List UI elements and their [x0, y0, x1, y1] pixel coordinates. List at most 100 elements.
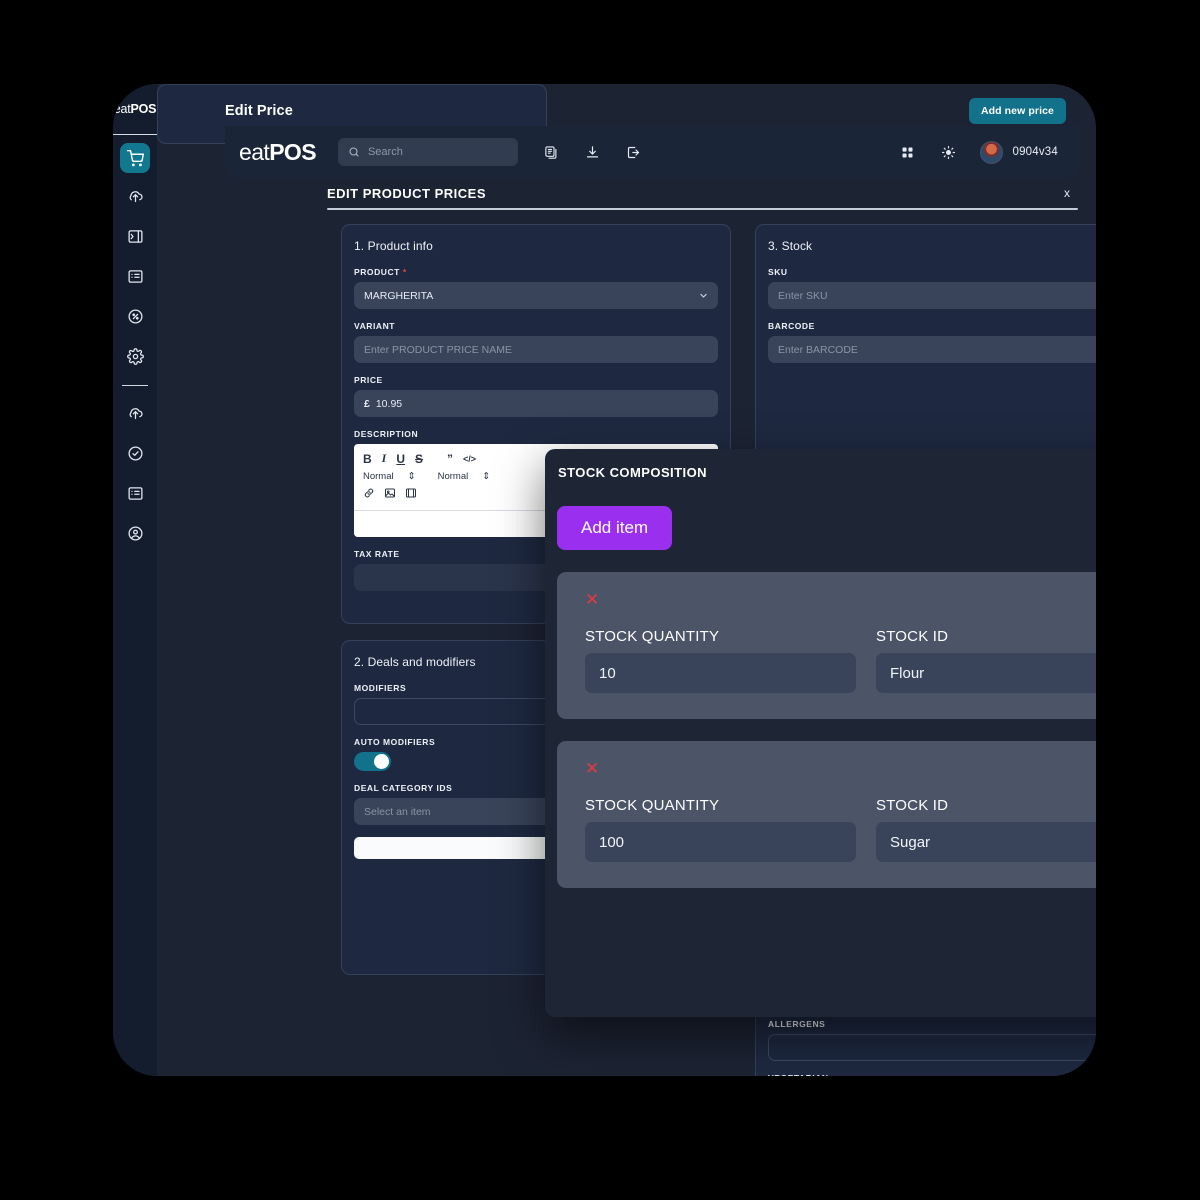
sidebar-item-reports[interactable] — [113, 476, 157, 510]
block-format-select[interactable]: Normal ⇕ — [363, 471, 416, 482]
stock-quantity-input[interactable]: 10 — [585, 653, 856, 693]
stock-quantity-label: STOCK QUANTITY — [585, 797, 720, 814]
sidebar-divider — [122, 385, 148, 386]
underline-button[interactable]: U — [396, 452, 405, 466]
product-label-text: PRODUCT — [354, 267, 400, 277]
list-icon — [127, 269, 143, 283]
sidebar-item-menu[interactable] — [113, 219, 157, 253]
stock-composition-modal: STOCK COMPOSITION Add item ✕ STOCK QUANT… — [545, 449, 1096, 1017]
sidebar-item-settings[interactable] — [113, 339, 157, 373]
theme-toggle-button[interactable] — [941, 145, 956, 160]
sidebar: eat POS — [113, 84, 157, 1076]
sidebar-item-list[interactable] — [113, 259, 157, 293]
check-circle-icon — [127, 445, 143, 461]
product-select[interactable]: MARGHERITA — [354, 282, 718, 309]
product-select-value: MARGHERITA — [364, 289, 434, 302]
quantity-column: STOCK QUANTITY 10 — [585, 628, 856, 693]
link-icon[interactable] — [363, 487, 375, 499]
page-title-bar: Edit Price Add new price — [225, 96, 1066, 126]
chevron-down-icon — [700, 293, 707, 298]
remove-row-button[interactable]: ✕ — [585, 759, 599, 779]
card-stock-title: 3. Stock — [768, 239, 813, 253]
block-format-value: Normal — [363, 471, 394, 482]
font-format-select[interactable]: Normal ⇕ — [438, 471, 491, 482]
stock-id-label: STOCK ID — [876, 628, 949, 645]
sidebar-item-account[interactable] — [113, 516, 157, 550]
barcode-label: BARCODE — [768, 321, 815, 331]
stock-id-select[interactable]: Flour — [876, 653, 1096, 693]
strikethrough-button[interactable]: S — [415, 452, 423, 466]
remove-row-button[interactable]: ✕ — [585, 590, 599, 610]
apps-grid-button[interactable] — [900, 145, 915, 160]
sun-icon — [942, 145, 956, 159]
card-product-info-title: 1. Product info — [354, 239, 433, 253]
brand-bold: POS — [269, 138, 316, 165]
app-window: eat POS Edit Price Add new price eatPOS … — [113, 84, 1096, 1076]
price-input[interactable]: £ 10.95 — [354, 390, 718, 417]
document-copy-button[interactable] — [544, 145, 559, 160]
brand-light: eat — [239, 138, 270, 165]
sidebar-item-upload[interactable] — [113, 179, 157, 213]
product-label: PRODUCT * — [354, 267, 718, 277]
username-label: 0904v34 — [1012, 146, 1058, 158]
vegetarian-label: VEGETARIAN — [768, 1073, 1096, 1076]
brand-logo: eatPOS — [239, 138, 317, 166]
blockquote-button[interactable]: ” — [447, 452, 453, 466]
add-item-button[interactable]: Add item — [557, 506, 673, 550]
search-box[interactable] — [337, 138, 518, 166]
close-section-button[interactable]: x — [1064, 186, 1070, 200]
indent-icon — [127, 229, 143, 243]
variant-label: VARIANT — [354, 321, 395, 331]
price-currency: £ — [364, 397, 370, 410]
stock-row: ✕ STOCK QUANTITY 100 STOCK ID Sugar — [557, 741, 1096, 888]
search-icon — [349, 147, 359, 157]
auto-modifiers-toggle[interactable] — [354, 752, 391, 771]
cloud-upload-icon — [129, 190, 143, 202]
sidebar-item-sync[interactable] — [113, 396, 157, 430]
variant-placeholder: Enter PRODUCT PRICE NAME — [364, 343, 512, 356]
description-label: DESCRIPTION — [354, 429, 419, 439]
stock-id-column: STOCK ID Sugar — [876, 797, 1096, 862]
download-icon — [586, 145, 599, 157]
sidebar-item-discounts[interactable] — [113, 299, 157, 333]
avatar[interactable] — [980, 140, 1004, 164]
stock-id-select[interactable]: Sugar — [876, 822, 1096, 862]
top-navigation-bar: eatPOS Search 0904v34 — [225, 126, 1080, 178]
sidebar-item-cart[interactable] — [120, 143, 150, 173]
code-block-button[interactable]: </> — [463, 454, 476, 464]
price-value: 10.95 — [375, 397, 403, 410]
stepper-icon: ⇕ — [407, 471, 416, 482]
topbar-right-group: 0904v34 — [900, 140, 1058, 164]
gear-icon — [126, 347, 144, 365]
cart-icon — [126, 149, 144, 166]
logout-icon — [627, 146, 640, 158]
barcode-input[interactable]: Enter BARCODE — [768, 336, 1096, 363]
add-new-price-button[interactable]: Add new price — [968, 98, 1066, 124]
download-button[interactable] — [585, 145, 600, 160]
logout-button[interactable] — [626, 145, 641, 160]
document-copy-icon — [545, 145, 557, 159]
variant-input[interactable]: Enter PRODUCT PRICE NAME — [354, 336, 718, 363]
allergens-select[interactable] — [768, 1034, 1096, 1061]
stock-quantity-input[interactable]: 100 — [585, 822, 856, 862]
price-label: PRICE — [354, 375, 383, 385]
deal-category-value: Select an item — [364, 805, 431, 818]
section-divider — [327, 208, 1078, 210]
allergens-label: ALLERGENS — [768, 1019, 826, 1029]
stock-quantity-label: STOCK QUANTITY — [585, 628, 720, 645]
barcode-placeholder: Enter BARCODE — [778, 343, 858, 356]
stock-id-label: STOCK ID — [876, 797, 949, 814]
italic-button[interactable]: I — [382, 451, 387, 466]
percent-icon — [127, 308, 143, 324]
search-input[interactable] — [367, 146, 508, 158]
sidebar-item-approvals[interactable] — [113, 436, 157, 470]
image-icon[interactable] — [384, 487, 396, 499]
sidebar-logo: eat POS — [113, 84, 157, 135]
main-content: Edit Price Add new price eatPOS Search 0… — [157, 84, 1096, 1076]
video-icon[interactable] — [405, 487, 417, 499]
section-header: EDIT PRODUCT PRICES x — [327, 184, 1078, 216]
section-title: EDIT PRODUCT PRICES — [327, 186, 487, 201]
sku-input[interactable]: Enter SKU — [768, 282, 1096, 309]
stepper-2-icon: ⇕ — [482, 471, 491, 482]
bold-button[interactable]: B — [363, 452, 372, 466]
